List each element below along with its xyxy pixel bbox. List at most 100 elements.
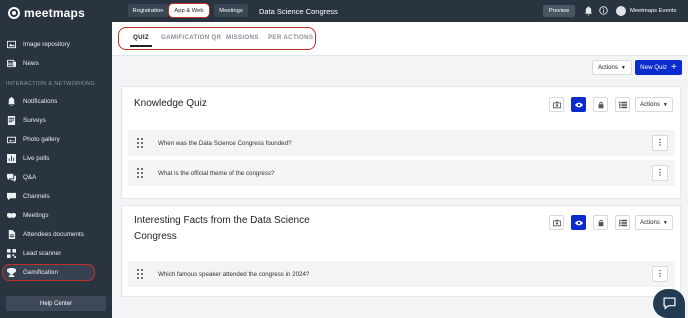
- drag-handle-icon[interactable]: [137, 168, 143, 178]
- logo-icon: [8, 7, 20, 19]
- eye-icon: [574, 102, 583, 107]
- quiz-title-line: Interesting Facts from the Data Science: [134, 215, 310, 226]
- chat-icon: [662, 297, 676, 310]
- tab-gamification-qr[interactable]: GAMIFICATION QR: [161, 34, 221, 41]
- more-options-button[interactable]: ⋮: [652, 135, 668, 151]
- actions-label: Actions: [640, 219, 660, 226]
- new-quiz-button[interactable]: New Quiz +: [635, 60, 682, 75]
- quiz-card: Interesting Facts from the Data Science …: [121, 205, 681, 297]
- quiz-actions-dropdown[interactable]: Actions ▼: [635, 97, 673, 112]
- actions-label: Actions: [598, 64, 618, 71]
- sidebar-item-attendees-documents[interactable]: Attendees documents: [0, 226, 112, 242]
- caret-down-icon: ▼: [662, 219, 668, 226]
- sidebar-item-photo-gallery[interactable]: Photo gallery: [0, 131, 112, 147]
- sidebar-item-gamification[interactable]: Gamification: [2, 264, 95, 281]
- quiz-title: Interesting Facts from the Data Science …: [134, 213, 310, 245]
- question-text: What is the official theme of the congre…: [158, 169, 275, 177]
- lock-button[interactable]: [593, 97, 608, 112]
- sidebar-item-lead-scanner[interactable]: Lead scanner: [0, 245, 112, 261]
- sidebar-item-image-repository[interactable]: Image repository: [0, 36, 112, 52]
- sidebar-item-label: Lead scanner: [23, 249, 62, 257]
- question-row[interactable]: When was the Data Science Congress found…: [128, 130, 675, 156]
- more-options-button[interactable]: ⋮: [652, 266, 668, 282]
- tab-app-web[interactable]: App & Web: [168, 3, 210, 18]
- lock-button[interactable]: [593, 215, 608, 230]
- sidebar-item-news[interactable]: News: [0, 55, 112, 71]
- visibility-toggle[interactable]: [571, 97, 586, 112]
- sidebar-item-label: Gamification: [23, 269, 58, 276]
- scanner-icon: [6, 248, 16, 258]
- user-name[interactable]: Meetmaps Events: [630, 8, 676, 14]
- caret-down-icon: ▼: [620, 64, 626, 71]
- document-icon: [6, 229, 16, 239]
- sidebar-section-label: INTERACTION & NETWORKING: [6, 81, 96, 87]
- list-button[interactable]: [615, 97, 630, 112]
- sub-tab-bar: QUIZ GAMIFICATION QR MISSIONS PER ACTION…: [112, 22, 688, 56]
- list-button[interactable]: [615, 215, 630, 230]
- active-tab-underline: [130, 45, 152, 47]
- actions-dropdown[interactable]: Actions ▼: [592, 60, 632, 75]
- list-icon: [618, 101, 627, 108]
- caret-down-icon: ▼: [662, 101, 668, 108]
- sidebar-item-notifications[interactable]: Notifications: [0, 93, 112, 109]
- question-text: Which famous speaker attended the congre…: [158, 270, 310, 278]
- tab-registration[interactable]: Registration: [128, 4, 168, 17]
- logo-text: meetmaps: [24, 6, 85, 20]
- notifications-bell-icon[interactable]: [584, 6, 593, 16]
- sidebar-item-label: Meetings: [23, 211, 49, 219]
- news-icon: [6, 59, 16, 68]
- new-quiz-label: New Quiz: [640, 64, 667, 71]
- eye-icon: [574, 220, 583, 225]
- channels-icon: [6, 192, 16, 201]
- sidebar-item-label: Live polls: [23, 154, 50, 162]
- tab-quiz[interactable]: QUIZ: [133, 34, 149, 41]
- lock-icon: [598, 101, 603, 108]
- meetmaps-logo[interactable]: meetmaps: [8, 6, 85, 20]
- list-icon: [618, 219, 627, 226]
- sidebar-item-label: Notifications: [23, 97, 58, 105]
- poll-icon: [6, 153, 16, 163]
- help-center-button[interactable]: Help Center: [6, 296, 106, 311]
- camera-icon: [552, 101, 561, 108]
- sidebar-item-live-polls[interactable]: Live polls: [0, 150, 112, 166]
- sidebar-item-qa[interactable]: Q&A: [0, 169, 112, 185]
- info-icon[interactable]: [599, 6, 608, 15]
- plus-icon: +: [670, 61, 677, 73]
- survey-icon: [6, 115, 16, 125]
- event-title: Data Science Congress: [259, 7, 338, 16]
- image-icon: [6, 40, 16, 49]
- trophy-icon: [6, 268, 16, 277]
- tab-missions[interactable]: MISSIONS: [226, 34, 259, 41]
- sidebar-item-label: Channels: [23, 192, 50, 200]
- avatar[interactable]: [616, 6, 626, 16]
- sidebar-item-channels[interactable]: Channels: [0, 188, 112, 204]
- top-bar: Registration App & Web Meetings Data Sci…: [112, 0, 688, 22]
- sidebar-item-meetings[interactable]: Meetings: [0, 207, 112, 223]
- sidebar-item-label: Q&A: [23, 173, 37, 181]
- lock-icon: [598, 219, 603, 226]
- quiz-actions-dropdown[interactable]: Actions ▼: [635, 215, 673, 230]
- preview-button[interactable]: Preview: [543, 5, 575, 17]
- handshake-icon: [6, 211, 16, 220]
- question-row[interactable]: What is the official theme of the congre…: [128, 160, 675, 186]
- sidebar-item-surveys[interactable]: Surveys: [0, 112, 112, 128]
- import-button[interactable]: [549, 215, 564, 230]
- actions-label: Actions: [640, 101, 660, 108]
- sidebar-item-label: Attendees documents: [23, 230, 84, 238]
- bell-icon: [6, 96, 16, 106]
- quiz-card: Knowledge Quiz Actions ▼ When was the Da…: [121, 86, 681, 199]
- tab-per-actions[interactable]: PER ACTIONS: [268, 34, 313, 41]
- drag-handle-icon[interactable]: [137, 269, 143, 279]
- more-options-button[interactable]: ⋮: [652, 165, 668, 181]
- question-row[interactable]: Which famous speaker attended the congre…: [128, 261, 675, 287]
- chat-widget-button[interactable]: [653, 289, 685, 318]
- camera-icon: [552, 219, 561, 226]
- sidebar-item-label: News: [23, 59, 39, 67]
- sidebar: meetmaps Image repository News INTERACTI…: [0, 0, 112, 318]
- drag-handle-icon[interactable]: [137, 138, 143, 148]
- question-text: When was the Data Science Congress found…: [158, 139, 292, 147]
- sidebar-item-label: Image repository: [23, 40, 70, 48]
- import-button[interactable]: [549, 97, 564, 112]
- tab-meetings[interactable]: Meetings: [214, 4, 248, 17]
- visibility-toggle[interactable]: [571, 215, 586, 230]
